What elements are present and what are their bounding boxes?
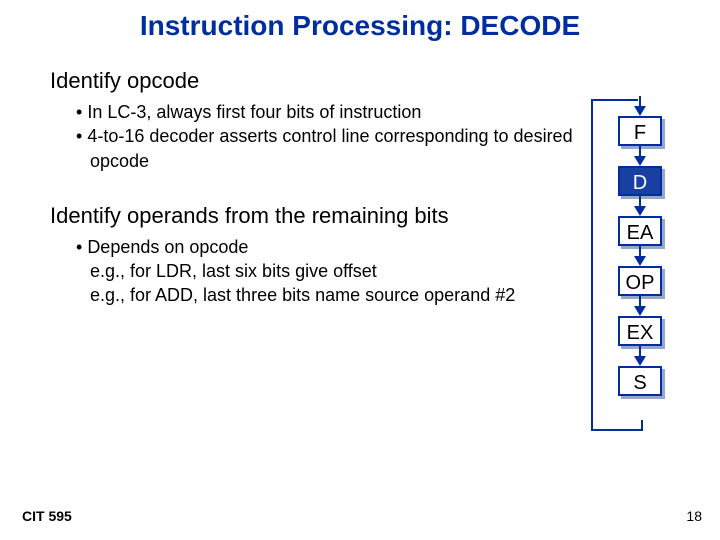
arrow-stem (639, 346, 641, 356)
slide-title: Instruction Processing: DECODE (0, 10, 720, 42)
section2-sub1: e.g., for LDR, last six bits give offset (90, 259, 580, 283)
arrow-down-icon (634, 106, 646, 116)
footer-course: CIT 595 (22, 508, 72, 524)
section1-heading: Identify opcode (50, 68, 580, 94)
slide: Instruction Processing: DECODE Identify … (0, 0, 720, 540)
stage-op: OP (618, 266, 662, 296)
arrow-down-icon (634, 206, 646, 216)
arrow-down-icon (634, 156, 646, 166)
stage-fetch: F (618, 116, 662, 146)
stage-store: S (618, 366, 662, 396)
arrow-stem (639, 296, 641, 306)
arrow-down-icon (634, 256, 646, 266)
flowchart: F D EA OP EX S (600, 96, 680, 396)
arrow-stem (639, 96, 641, 106)
arrow-stem (639, 146, 641, 156)
stage-ea: EA (618, 216, 662, 246)
stage-decode: D (618, 166, 662, 196)
section1-bullet2: 4-to-16 decoder asserts control line cor… (76, 124, 580, 173)
arrow-down-icon (634, 306, 646, 316)
stage-ex: EX (618, 316, 662, 346)
section1-bullet1: In LC-3, always first four bits of instr… (76, 100, 580, 124)
content-block: Identify opcode In LC-3, always first fo… (50, 60, 580, 308)
stage-group: F D EA OP EX S (600, 96, 680, 396)
section2-heading: Identify operands from the remaining bit… (50, 203, 580, 229)
arrow-down-icon (634, 356, 646, 366)
arrow-stem (639, 196, 641, 206)
footer-page-number: 18 (686, 508, 702, 524)
arrow-stem (639, 246, 641, 256)
section2-bullet1: Depends on opcode (76, 235, 580, 259)
section2-sub2: e.g., for ADD, last three bits name sour… (90, 283, 580, 307)
